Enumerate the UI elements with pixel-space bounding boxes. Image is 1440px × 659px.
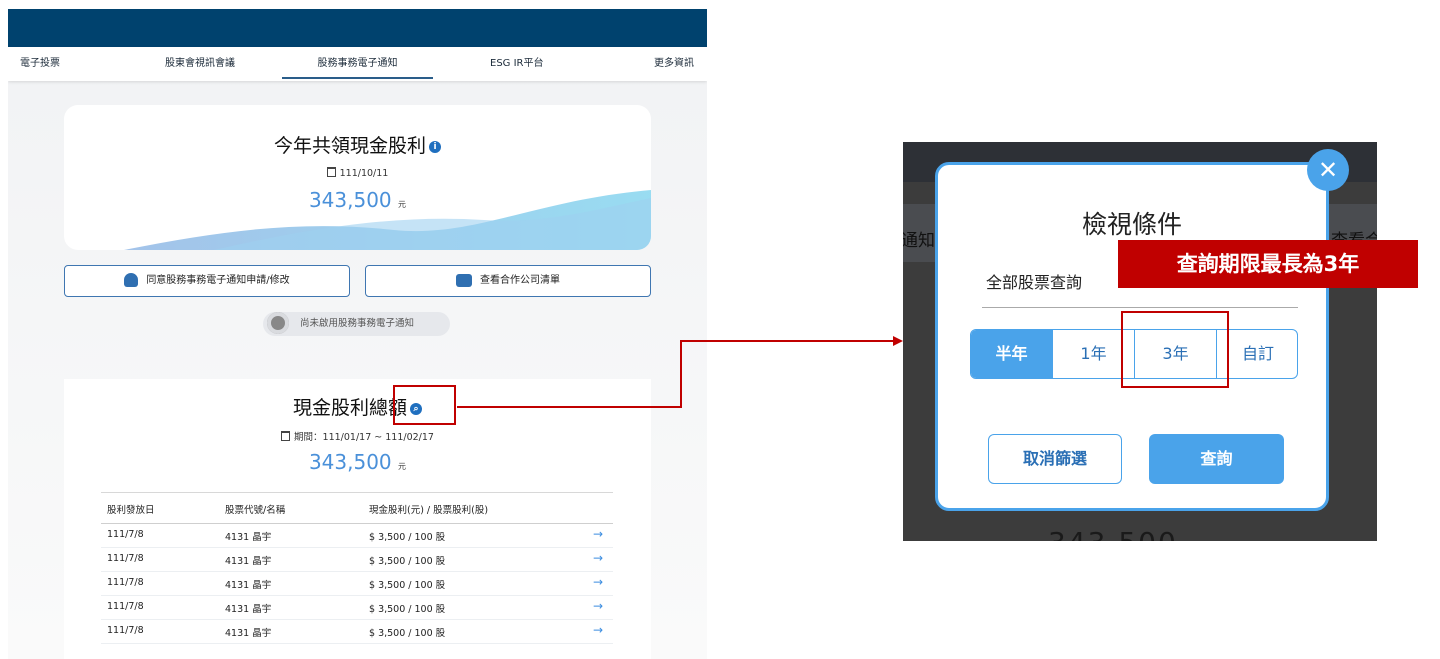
total-dividend-period: 期間：111/01/17 ~ 111/02/17 [294, 432, 434, 443]
top-nav: 電子投票 股東會視訊會議 股務事務電子通知 ESG IR平台 更多資訊 [8, 47, 707, 81]
background-amount: 343,500 [1048, 526, 1178, 541]
partner-list-button[interactable]: 查看合作公司清單 [365, 265, 651, 297]
annual-dividend-title: 今年共領現金股利 [273, 135, 426, 157]
app-header-bar [8, 9, 707, 47]
total-dividend-title: 現金股利總額 [292, 397, 407, 419]
info-icon[interactable]: i [429, 140, 441, 153]
calendar-icon [326, 167, 336, 177]
background-tab-text: 通知 [903, 231, 935, 251]
col-stock: 股票代號/名稱 [225, 505, 286, 516]
highlight-search-icon [393, 385, 456, 425]
segment-custom[interactable]: 自訂 [1217, 330, 1297, 378]
table-row[interactable]: 111/7/8 4131 晶宇 $ 3,500 / 100 股 → [101, 571, 613, 596]
modal-title: 檢視條件 [1081, 210, 1182, 239]
annotation-label: 查詢期限最長為3年 [1118, 240, 1418, 288]
arrow-right-icon[interactable]: → [593, 623, 603, 637]
clear-filter-button[interactable]: 取消篩選 [988, 434, 1122, 484]
company-icon [456, 273, 472, 287]
annual-dividend-date: 111/10/11 [339, 168, 389, 179]
stock-scope-select[interactable]: 全部股票查詢 [986, 269, 1082, 293]
nav-item-e-notice[interactable]: 股務事務電子通知 [282, 47, 433, 79]
nav-item-video-meeting[interactable]: 股東會視訊會議 [165, 47, 235, 81]
annual-dividend-card: 今年共領現金股利 i 111/10/11 343,500 元 [64, 105, 651, 250]
arrow-right-icon[interactable]: → [593, 575, 603, 589]
calendar-icon [281, 431, 291, 441]
arrow-right-icon[interactable]: → [593, 599, 603, 613]
table-row[interactable]: 111/7/8 4131 晶宇 $ 3,500 / 100 股 → [101, 523, 613, 548]
close-icon[interactable]: ✕ [1307, 149, 1349, 191]
total-dividend-section: 現金股利總額 ⌕ 期間：111/01/17 ~ 111/02/17 343,500… [64, 379, 651, 659]
nav-item-more-info[interactable]: 更多資訊 [654, 47, 694, 81]
nav-item-e-voting[interactable]: 電子投票 [20, 47, 60, 81]
notice-status-pill: 尚未啟用股務事務電子通知 [263, 312, 450, 336]
dividend-table-header: 股利發放日 股票代號/名稱 現金股利(元) / 股票股利(股) [101, 492, 613, 524]
bell-disabled-icon [267, 312, 289, 334]
segment-half-year[interactable]: 半年 [971, 330, 1053, 378]
wave-decoration [124, 190, 651, 250]
highlight-3-year [1121, 311, 1229, 388]
total-dividend-amount: 343,500 [308, 450, 392, 474]
currency-unit: 元 [398, 462, 407, 471]
col-dividend: 現金股利(元) / 股票股利(股) [369, 505, 489, 516]
bell-icon [124, 273, 139, 287]
table-row[interactable]: 111/7/8 4131 晶宇 $ 3,500 / 100 股 → [101, 595, 613, 620]
dividend-page: 電子投票 股東會視訊會議 股務事務電子通知 ESG IR平台 更多資訊 今年共領… [8, 9, 707, 659]
table-row[interactable]: 111/7/8 4131 晶宇 $ 3,500 / 100 股 → [101, 547, 613, 572]
query-button[interactable]: 查詢 [1149, 434, 1284, 484]
col-pay-date: 股利發放日 [107, 505, 155, 516]
table-row[interactable]: 111/7/8 4131 晶宇 $ 3,500 / 100 股 → [101, 619, 613, 644]
arrow-right-icon[interactable]: → [593, 527, 603, 541]
consent-notice-button[interactable]: 同意股務事務電子通知申請/修改 [64, 265, 350, 297]
nav-item-esg-ir[interactable]: ESG IR平台 [490, 47, 544, 81]
select-underline [982, 307, 1298, 308]
arrow-right-icon[interactable]: → [593, 551, 603, 565]
